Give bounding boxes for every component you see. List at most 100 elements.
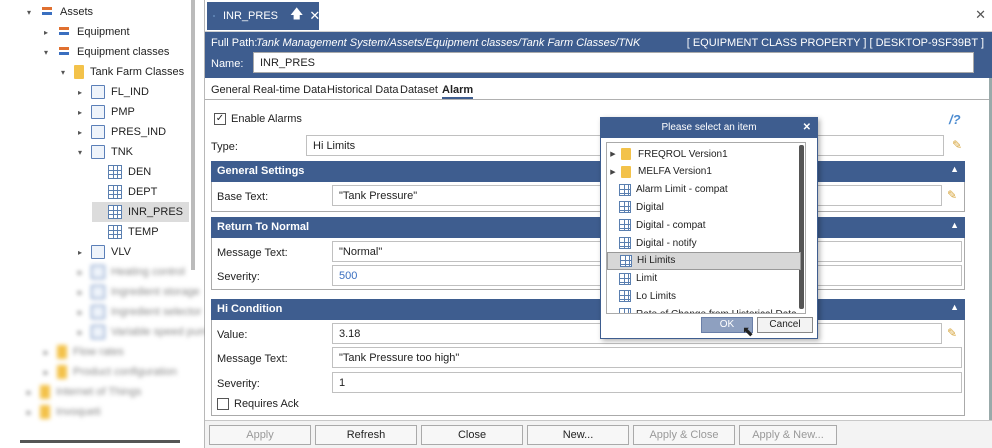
tree-item[interactable]: ▸ PRES_IND <box>75 122 166 142</box>
collapse-icon[interactable]: ▲ <box>950 220 959 230</box>
tree-item[interactable]: ▸ Ingredient selector <box>75 302 202 322</box>
tree-item[interactable]: INR_PRES <box>92 202 190 222</box>
edit-base-text-icon[interactable]: ✎ <box>947 188 957 202</box>
dialog-list-item[interactable]: Digital - compat <box>607 216 801 234</box>
expand-arrow-icon[interactable]: ▶ <box>607 168 619 176</box>
tree-item[interactable]: ▸ Product configuration <box>41 362 177 382</box>
tree-item[interactable]: ▾ Assets <box>24 2 93 22</box>
enable-alarms-label: Enable Alarms <box>231 113 302 125</box>
tree-item[interactable]: TEMP <box>92 222 159 242</box>
tree-hscrollbar[interactable] <box>20 440 180 443</box>
tree-item[interactable]: DEN <box>92 162 151 182</box>
rtn-severity-label: Severity: <box>217 271 260 283</box>
dialog-list-item[interactable]: Digital <box>607 198 801 216</box>
tree-item[interactable]: ▸ Equipment <box>41 22 130 42</box>
tree-item[interactable]: ▸ PMP <box>75 102 135 122</box>
expand-arrow-icon[interactable]: ▾ <box>75 148 85 157</box>
hi-severity-field[interactable]: 1 <box>332 372 962 393</box>
cancel-button[interactable]: Cancel <box>757 317 813 333</box>
expand-arrow-icon[interactable]: ▸ <box>75 248 85 257</box>
expand-arrow-icon[interactable]: ▸ <box>75 108 85 117</box>
apply-button[interactable]: Apply <box>209 425 311 445</box>
tab-historical-data[interactable]: Historical Data <box>327 84 399 96</box>
dialog-list-item[interactable]: ▶ FREQROL Version1 <box>607 145 801 163</box>
hi-message-label: Message Text: <box>217 353 288 365</box>
name-field[interactable]: INR_PRES <box>253 52 974 73</box>
tab-alarm[interactable]: Alarm <box>442 84 474 99</box>
dialog-list-item[interactable]: Digital - notify <box>607 234 801 252</box>
tree-item[interactable]: ▾ Tank Farm Classes <box>58 62 184 82</box>
edit-value-icon[interactable]: ✎ <box>947 326 957 340</box>
tab-dataset[interactable]: Dataset <box>400 84 438 96</box>
close-button[interactable]: Close <box>421 425 523 445</box>
expand-arrow-icon[interactable]: ▸ <box>41 368 51 377</box>
close-tab-icon[interactable]: ✕ <box>309 8 320 24</box>
tree-scrollbar[interactable] <box>191 0 195 270</box>
expand-arrow-icon[interactable]: ▸ <box>75 308 85 317</box>
dialog-list-item[interactable]: Limit <box>607 270 801 288</box>
expand-arrow-icon[interactable]: ▸ <box>75 288 85 297</box>
tree-item[interactable]: DEPT <box>92 182 157 202</box>
close-window-icon[interactable]: ✕ <box>975 7 986 23</box>
tree-item[interactable]: ▾ TNK <box>75 142 133 162</box>
collapse-icon[interactable]: ▲ <box>950 302 959 312</box>
expand-arrow-icon[interactable]: ▸ <box>24 408 34 417</box>
apply-new-button[interactable]: Apply & New... <box>739 425 837 445</box>
pin-icon[interactable]: 🡅 <box>290 5 303 27</box>
tree-item-label: TNK <box>111 146 133 158</box>
dialog-close-icon[interactable]: ✕ <box>803 118 811 138</box>
expand-arrow-icon[interactable]: ▾ <box>58 68 68 77</box>
equipment-icon <box>57 25 71 39</box>
edit-type-icon[interactable]: ✎ <box>952 138 962 152</box>
expand-arrow-icon[interactable]: ▾ <box>41 48 51 57</box>
return-to-normal-body: Message Text: "Normal" Severity: 500 <box>211 238 965 290</box>
dialog-item-label: Limit <box>636 273 658 285</box>
expand-arrow-icon[interactable]: ▸ <box>41 28 51 37</box>
document-tab[interactable]: INR_PRES 🡅 ✕ <box>207 2 320 30</box>
wizard-icon[interactable]: /? <box>949 112 961 127</box>
tree-item[interactable]: ▸ FL_IND <box>75 82 149 102</box>
hi-condition-header[interactable]: Hi Condition ▲ <box>211 299 965 320</box>
enable-alarms-checkbox[interactable]: ✓ <box>214 113 226 125</box>
tree-item[interactable]: ▸ Internet of Things <box>24 382 141 402</box>
tab-realtime-data[interactable]: Real-time Data <box>253 84 326 96</box>
tree-item[interactable]: ▸ VLV <box>75 242 131 262</box>
expand-arrow-icon[interactable]: ▶ <box>607 150 619 158</box>
dialog-list-item[interactable]: Hi Limits <box>607 251 801 270</box>
expand-arrow-icon[interactable]: ▸ <box>75 328 85 337</box>
collapse-icon[interactable]: ▲ <box>950 164 959 174</box>
tree-item[interactable]: ▸ Invoqueti <box>24 402 101 422</box>
expand-arrow-icon[interactable]: ▸ <box>75 88 85 97</box>
general-settings-header[interactable]: General Settings ▲ <box>211 161 965 182</box>
document-tab-strip: INR_PRES 🡅 ✕ ✕ <box>205 0 992 32</box>
tree-item-label: Product configuration <box>73 366 177 378</box>
tree-item-label: PRES_IND <box>111 126 167 138</box>
new-button[interactable]: New... <box>527 425 629 445</box>
alarm-type-icon <box>620 254 632 267</box>
refresh-button[interactable]: Refresh <box>315 425 417 445</box>
return-to-normal-header[interactable]: Return To Normal ▲ <box>211 217 965 238</box>
tree-item[interactable]: ▸ Variable speed pump <box>75 322 214 342</box>
item-type-info: [ EQUIPMENT CLASS PROPERTY ] [ DESKTOP-9… <box>686 37 984 49</box>
expand-arrow-icon[interactable]: ▾ <box>24 8 34 17</box>
expand-arrow-icon[interactable]: ▸ <box>24 388 34 397</box>
tree-item[interactable]: ▸ Flow rates <box>41 342 124 362</box>
apply-close-button[interactable]: Apply & Close <box>633 425 735 445</box>
tree-item[interactable]: ▸ Ingredient storage <box>75 282 200 302</box>
alarm-type-icon <box>619 272 631 285</box>
tree-item-label: PMP <box>111 106 135 118</box>
dialog-list-item[interactable]: Lo Limits <box>607 287 801 305</box>
expand-arrow-icon[interactable]: ▸ <box>75 128 85 137</box>
tab-general[interactable]: General <box>211 84 250 96</box>
expand-arrow-icon[interactable]: ▸ <box>41 348 51 357</box>
requires-ack-checkbox[interactable] <box>217 398 229 410</box>
hi-message-field[interactable]: "Tank Pressure too high" <box>332 347 962 368</box>
dialog-list-item[interactable]: ▶ MELFA Version1 <box>607 163 801 181</box>
tree-item[interactable]: ▾ Equipment classes <box>41 42 169 62</box>
dialog-list-item[interactable]: Rate of Change from Historical Data <box>607 305 801 313</box>
expand-arrow-icon[interactable]: ▸ <box>75 268 85 277</box>
base-text-label: Base Text: <box>217 191 269 203</box>
tree-item[interactable]: ▸ Heating control <box>75 262 185 282</box>
dialog-list-item[interactable]: Alarm Limit - compat <box>607 181 801 199</box>
hi-condition-body: Value: 3.18 ✎ Message Text: "Tank Pressu… <box>211 320 965 416</box>
